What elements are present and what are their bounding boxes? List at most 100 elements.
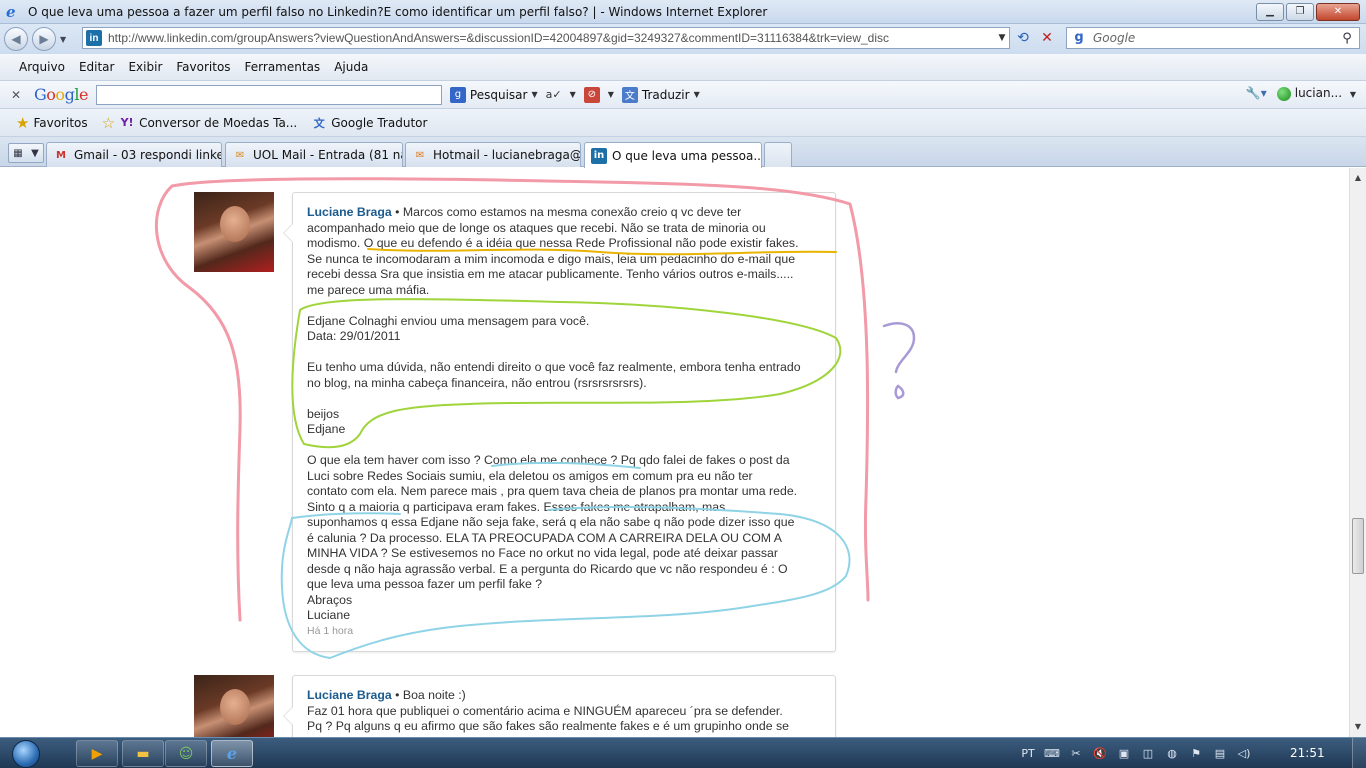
keyboard-icon[interactable]: ⌨ <box>1044 746 1060 762</box>
start-button[interactable] <box>6 738 46 768</box>
comment-author-link[interactable]: Luciane Braga <box>307 688 392 702</box>
scroll-down-icon[interactable]: ▼ <box>1350 719 1366 735</box>
taskbar-clock[interactable]: 21:51 <box>1290 746 1325 760</box>
taskbar-internet-explorer[interactable]: e <box>211 740 253 767</box>
comment-line: suponhamos q essa Edjane não seja fake, … <box>307 515 795 529</box>
comment-line: Edjane <box>307 422 346 436</box>
maximize-button[interactable]: ❐ <box>1286 2 1314 21</box>
tab-hotmail[interactable]: ✉ Hotmail - lucianebraga@li... <box>405 142 581 167</box>
speaker-muted-icon[interactable]: 🔇 <box>1092 746 1108 762</box>
close-toolbar-icon[interactable]: ✕ <box>6 88 26 102</box>
google-search-button[interactable]: g Pesquisar ▼ <box>449 86 538 103</box>
windows-start-icon <box>12 739 40 768</box>
comment-line: Sinto q a maioria q participava eram fak… <box>307 499 726 514</box>
tab-linkedin-active[interactable]: in O que leva uma pessoa... ✕ <box>584 142 762 168</box>
menu-favoritos[interactable]: Favoritos <box>169 60 237 74</box>
comment-line: Edjane Colnaghi enviou uma mensagem para… <box>307 313 590 328</box>
tools-icon[interactable]: ✂ <box>1068 746 1084 762</box>
tab-gmail[interactable]: M Gmail - 03 respondi linkedi... <box>46 142 222 167</box>
show-desktop-button[interactable] <box>1352 738 1366 768</box>
account-menu[interactable]: lucian... ▼ <box>1276 86 1356 101</box>
google-logo: Google <box>34 85 88 104</box>
forward-button[interactable]: ▶ <box>32 27 56 51</box>
popup-blocker-button[interactable]: ⊘ ▼ <box>583 86 614 103</box>
taskbar-messenger[interactable]: ☺ <box>165 740 207 767</box>
network-icon[interactable]: ▤ <box>1212 746 1228 762</box>
chevron-down-icon[interactable]: ▼ <box>608 90 614 99</box>
menu-editar[interactable]: Editar <box>72 60 122 74</box>
chevron-down-icon[interactable]: ▼ <box>694 90 700 99</box>
display-settings-icon[interactable]: ◫ <box>1140 746 1156 762</box>
recent-pages-dropdown[interactable]: ▼ <box>60 35 66 44</box>
taskbar-media-player[interactable]: ▶ <box>76 740 118 767</box>
url-text[interactable]: http://www.linkedin.com/groupAnswers?vie… <box>108 31 995 45</box>
close-button[interactable]: ✕ <box>1316 2 1360 21</box>
favorite-item-currency[interactable]: ☆ Y! Conversor de Moedas Ta... <box>102 114 298 132</box>
scroll-up-icon[interactable]: ▲ <box>1350 170 1366 186</box>
refresh-icon[interactable]: ⟲ <box>1012 28 1034 48</box>
menu-ferramentas[interactable]: Ferramentas <box>238 60 328 74</box>
chevron-down-icon[interactable]: ▼ <box>570 90 576 99</box>
comment-line: modismo. O que eu defendo é a idéia que … <box>307 236 799 250</box>
minimize-button[interactable]: ▁ <box>1256 2 1284 21</box>
add-favorite-icon[interactable]: ☆ <box>102 114 115 132</box>
new-tab-button[interactable] <box>764 142 792 167</box>
navigation-bar: ◀ ▶ ▼ in http://www.linkedin.com/groupAn… <box>0 24 1366 54</box>
menu-exibir[interactable]: Exibir <box>121 60 169 74</box>
page-content: Luciane Braga • Marcos como estamos na m… <box>0 168 1349 737</box>
vertical-scrollbar[interactable]: ▲ ▼ <box>1349 168 1366 737</box>
volume-icon[interactable]: ◁) <box>1236 746 1252 762</box>
menu-ajuda[interactable]: Ajuda <box>327 60 375 74</box>
chevron-down-icon[interactable]: ▼ <box>531 90 537 99</box>
wrench-icon[interactable]: 🔧▾ <box>1246 86 1267 100</box>
favorites-bar: ★ Favoritos ☆ Y! Conversor de Moedas Ta.… <box>0 109 1366 137</box>
monitor-icon[interactable]: ▣ <box>1116 746 1132 762</box>
address-bar[interactable]: in http://www.linkedin.com/groupAnswers?… <box>82 27 1010 49</box>
translate-icon: 文 <box>621 86 638 103</box>
scrollbar-thumb[interactable] <box>1352 518 1364 574</box>
taskbar-explorer[interactable]: ▬ <box>122 740 164 767</box>
favorite-item-translator[interactable]: 文 Google Tradutor <box>311 115 428 131</box>
spellcheck-icon: a✓ <box>545 88 562 101</box>
comment-line: desde q não haja agrassão verbal. E a pe… <box>307 561 788 576</box>
comment-line: no blog, na minha cabeça financeira, não… <box>307 375 647 390</box>
quick-tabs-button[interactable]: ▦ ▼ <box>8 143 44 163</box>
spellcheck-button[interactable]: a✓ ▼ <box>546 87 576 103</box>
tab-uol-mail[interactable]: ✉ UOL Mail - Entrada (81 nã... <box>225 142 403 167</box>
menu-bar: Arquivo Editar Exibir Favoritos Ferramen… <box>0 54 1366 81</box>
comment-line: Abraços <box>307 592 353 607</box>
security-shield-icon[interactable]: ◍ <box>1164 746 1180 762</box>
action-center-flag-icon[interactable]: ⚑ <box>1188 746 1204 762</box>
comment-line <box>307 391 827 407</box>
menu-arquivo[interactable]: Arquivo <box>12 60 72 74</box>
comment-line <box>307 345 827 361</box>
tab-label: O que leva uma pessoa... <box>612 148 762 163</box>
comment-line: • Marcos como estamos na mesma conexão c… <box>391 205 742 219</box>
stop-icon[interactable]: ✕ <box>1036 28 1058 48</box>
uol-icon: ✉ <box>235 149 245 161</box>
media-player-icon: ▶ <box>91 745 103 762</box>
taskbar: ▶ ▬ ☺ e PT ⌨ ✂ 🔇 ▣ ◫ ◍ ⚑ ▤ ◁) 21:51 <box>0 737 1366 768</box>
translate-button[interactable]: 文 Traduzir ▼ <box>621 86 700 103</box>
search-box[interactable]: g Google ⚲ <box>1066 27 1360 49</box>
google-toolbar-search-input[interactable] <box>95 84 442 105</box>
linkedin-icon: in <box>86 30 102 46</box>
popup-blocker-icon: ⊘ <box>583 86 600 103</box>
window-controls: ▁ ❐ ✕ <box>1256 2 1360 21</box>
avatar[interactable] <box>194 675 274 737</box>
search-placeholder[interactable]: Google <box>1093 31 1335 45</box>
tab-label: Gmail - 03 respondi linkedi... <box>74 148 222 162</box>
address-dropdown-icon[interactable]: ▼ <box>995 33 1009 43</box>
messenger-icon: ☺ <box>178 745 194 762</box>
comment-author-link[interactable]: Luciane Braga <box>307 205 392 219</box>
purple-question-mark-annotation <box>882 322 916 400</box>
back-button[interactable]: ◀ <box>4 27 28 51</box>
search-icon[interactable]: ⚲ <box>1335 31 1359 46</box>
avatar[interactable] <box>194 192 274 272</box>
comment-text: Luciane Braga • Boa noite :) Faz 01 hora… <box>307 688 827 735</box>
favorite-label: Conversor de Moedas Ta... <box>139 115 298 130</box>
language-indicator[interactable]: PT <box>1020 746 1036 762</box>
tab-list-dropdown-icon[interactable]: ▼ <box>31 148 39 159</box>
comment-timestamp: Há 1 hora <box>307 624 354 637</box>
favorites-button[interactable]: ★ Favoritos <box>16 114 88 132</box>
